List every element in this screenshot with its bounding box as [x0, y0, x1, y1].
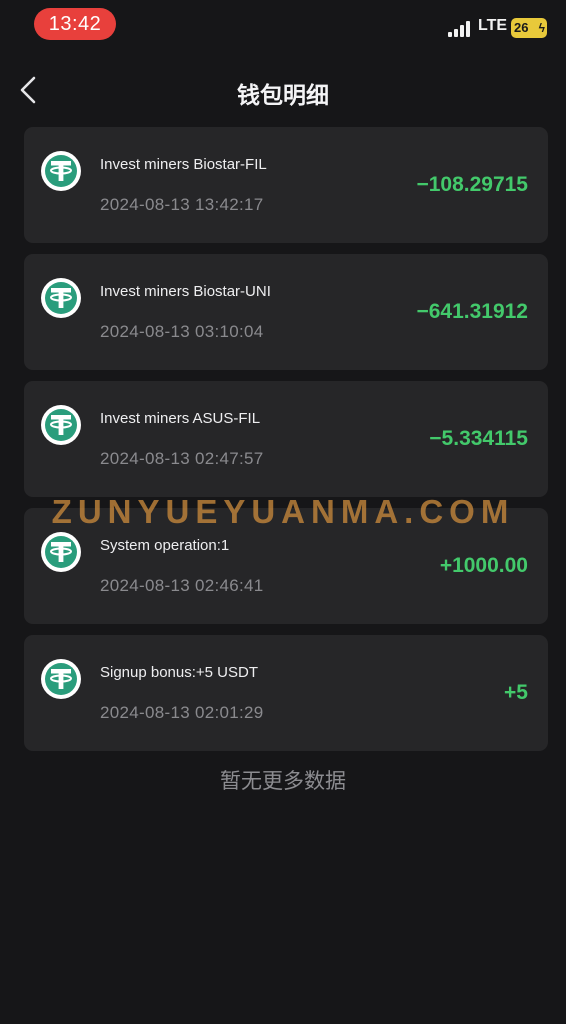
charging-bolt-icon: ϟ	[538, 21, 545, 35]
transaction-amount: −641.31912	[416, 300, 528, 323]
transaction-datetime: 2024-08-13 02:01:29	[100, 703, 264, 722]
transaction-item[interactable]: Invest miners Biostar-FIL 2024-08-13 13:…	[24, 127, 548, 243]
transaction-title: Invest miners Biostar-FIL	[100, 156, 267, 173]
transaction-datetime: 2024-08-13 03:10:04	[100, 322, 264, 341]
transaction-item[interactable]: Invest miners ASUS-FIL 2024-08-13 02:47:…	[24, 381, 548, 497]
no-more-data-text: 暂无更多数据	[220, 770, 346, 793]
network-type: LTE	[478, 17, 508, 34]
transaction-title: Invest miners ASUS-FIL	[100, 410, 261, 427]
watermark-text: ZUNYUEYUANMA.COM	[51, 493, 515, 530]
transaction-datetime: 2024-08-13 02:46:41	[100, 576, 264, 595]
battery-level: 26	[514, 20, 529, 35]
top-nav: 钱包明细	[0, 62, 566, 122]
transaction-item[interactable]: Signup bonus:+5 USDT 2024-08-13 02:01:29…	[24, 635, 548, 751]
tether-usdt-icon	[41, 151, 81, 191]
transaction-amount: −5.334115	[429, 427, 528, 450]
tether-usdt-icon	[41, 532, 81, 572]
page-title: 钱包明细	[237, 82, 329, 108]
transaction-title: Signup bonus:+5 USDT	[100, 664, 259, 681]
transaction-item[interactable]: Invest miners Biostar-UNI 2024-08-13 03:…	[24, 254, 548, 370]
transaction-title: System operation:1	[100, 537, 230, 554]
transaction-amount: +5	[504, 681, 528, 704]
tether-usdt-icon	[41, 278, 81, 318]
transaction-datetime: 2024-08-13 13:42:17	[100, 195, 264, 214]
battery-icon: 26 ϟ	[511, 18, 547, 38]
transaction-list: Invest miners Biostar-FIL 2024-08-13 13:…	[24, 127, 548, 762]
status-bar: 13:42 LTE 26 ϟ	[0, 0, 566, 56]
tether-usdt-icon	[41, 405, 81, 445]
status-time: 13:42	[34, 8, 116, 40]
tether-usdt-icon	[41, 659, 81, 699]
transaction-amount: +1000.00	[439, 554, 528, 577]
transaction-amount: −108.29715	[416, 173, 528, 196]
transaction-datetime: 2024-08-13 02:47:57	[100, 449, 264, 468]
signal-strength-icon	[448, 21, 470, 37]
transaction-title: Invest miners Biostar-UNI	[100, 283, 271, 300]
